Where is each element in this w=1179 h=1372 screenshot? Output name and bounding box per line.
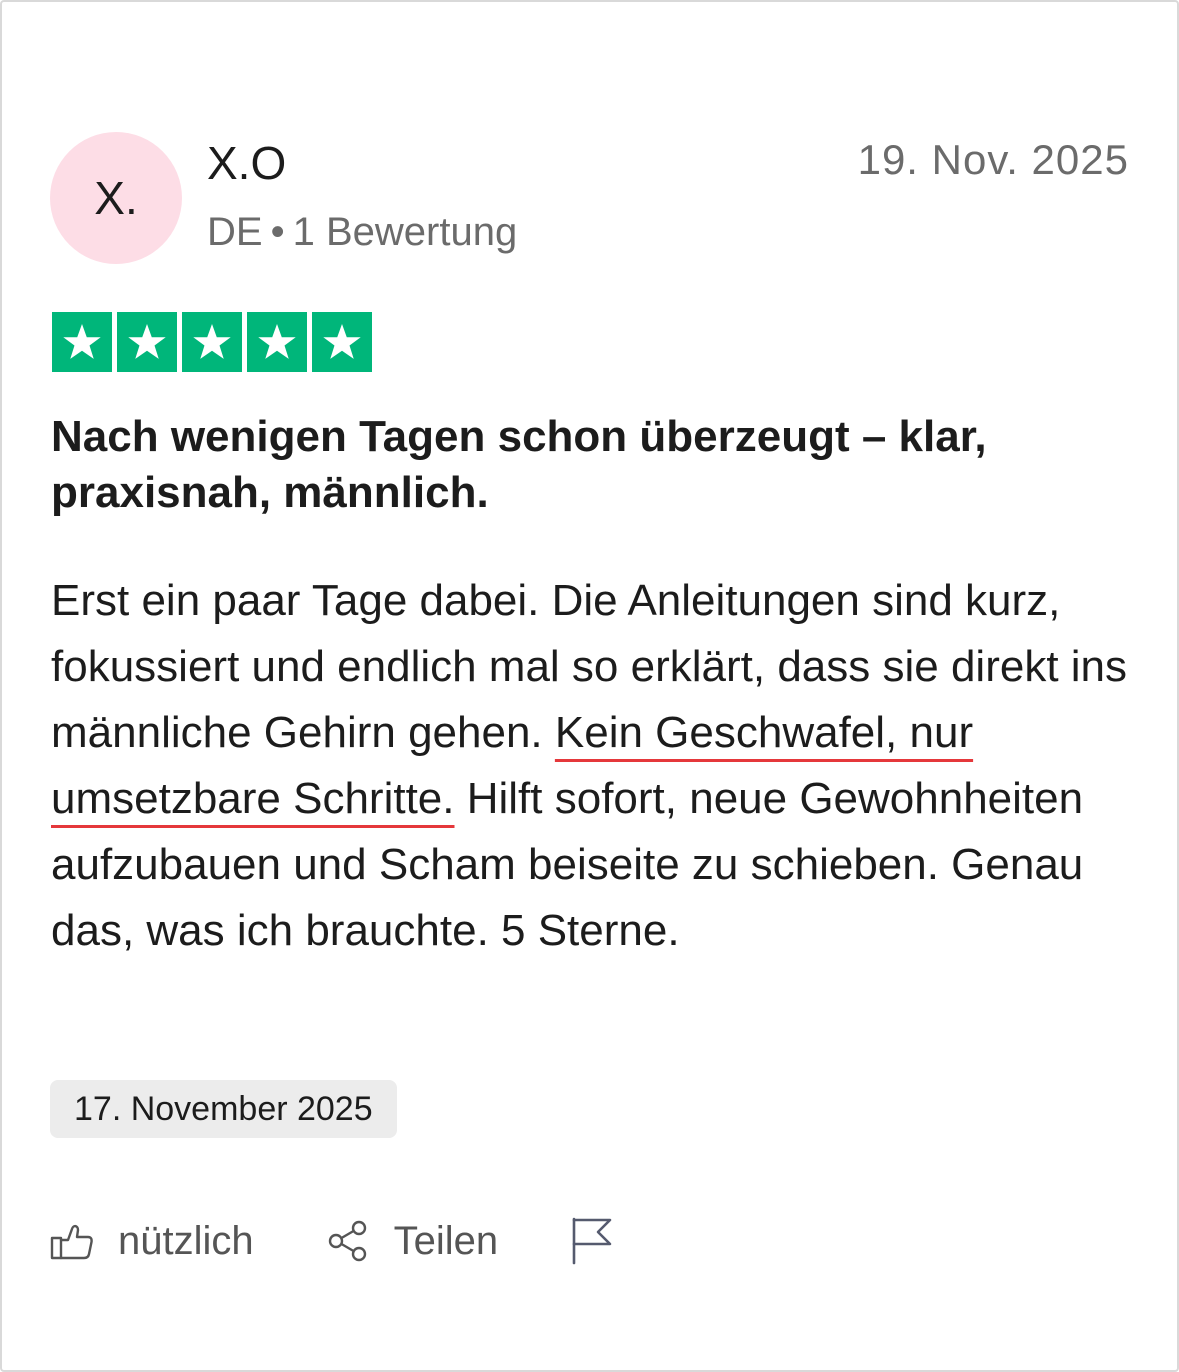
- star-icon: [247, 312, 307, 372]
- star-icon: [117, 312, 177, 372]
- review-body: Erst ein paar Tage dabei. Die Anleitunge…: [51, 568, 1136, 964]
- useful-button[interactable]: nützlich: [50, 1219, 254, 1264]
- star-rating: [52, 312, 372, 372]
- star-icon: [312, 312, 372, 372]
- share-label: Teilen: [393, 1218, 499, 1263]
- reviewer-meta: DE • 1 Bewertung: [207, 207, 517, 257]
- reviewer-country: DE: [207, 210, 263, 254]
- thumbs-up-icon: [50, 1221, 94, 1261]
- share-icon: [326, 1219, 370, 1263]
- experience-date-badge: 17. November 2025: [50, 1080, 397, 1138]
- report-button[interactable]: [570, 1216, 614, 1266]
- share-button[interactable]: Teilen: [326, 1218, 499, 1264]
- star-icon: [52, 312, 112, 372]
- meta-separator: •: [270, 210, 285, 254]
- review-count: 1 Bewertung: [292, 210, 518, 254]
- review-date: 19. Nov. 2025: [857, 136, 1129, 183]
- flag-icon: [570, 1216, 614, 1266]
- review-actions: nützlich Teilen: [50, 1206, 686, 1276]
- reviewer-name[interactable]: X.O: [207, 136, 286, 190]
- star-icon: [182, 312, 242, 372]
- review-title[interactable]: Nach wenigen Tagen schon überzeugt – kla…: [51, 409, 1131, 521]
- avatar[interactable]: X.: [50, 132, 182, 264]
- review-card: X. X.O DE • 1 Bewertung 19. Nov. 2025 Nach…: [0, 0, 1179, 1372]
- useful-label: nützlich: [118, 1218, 254, 1263]
- avatar-initials: X.: [94, 172, 138, 224]
